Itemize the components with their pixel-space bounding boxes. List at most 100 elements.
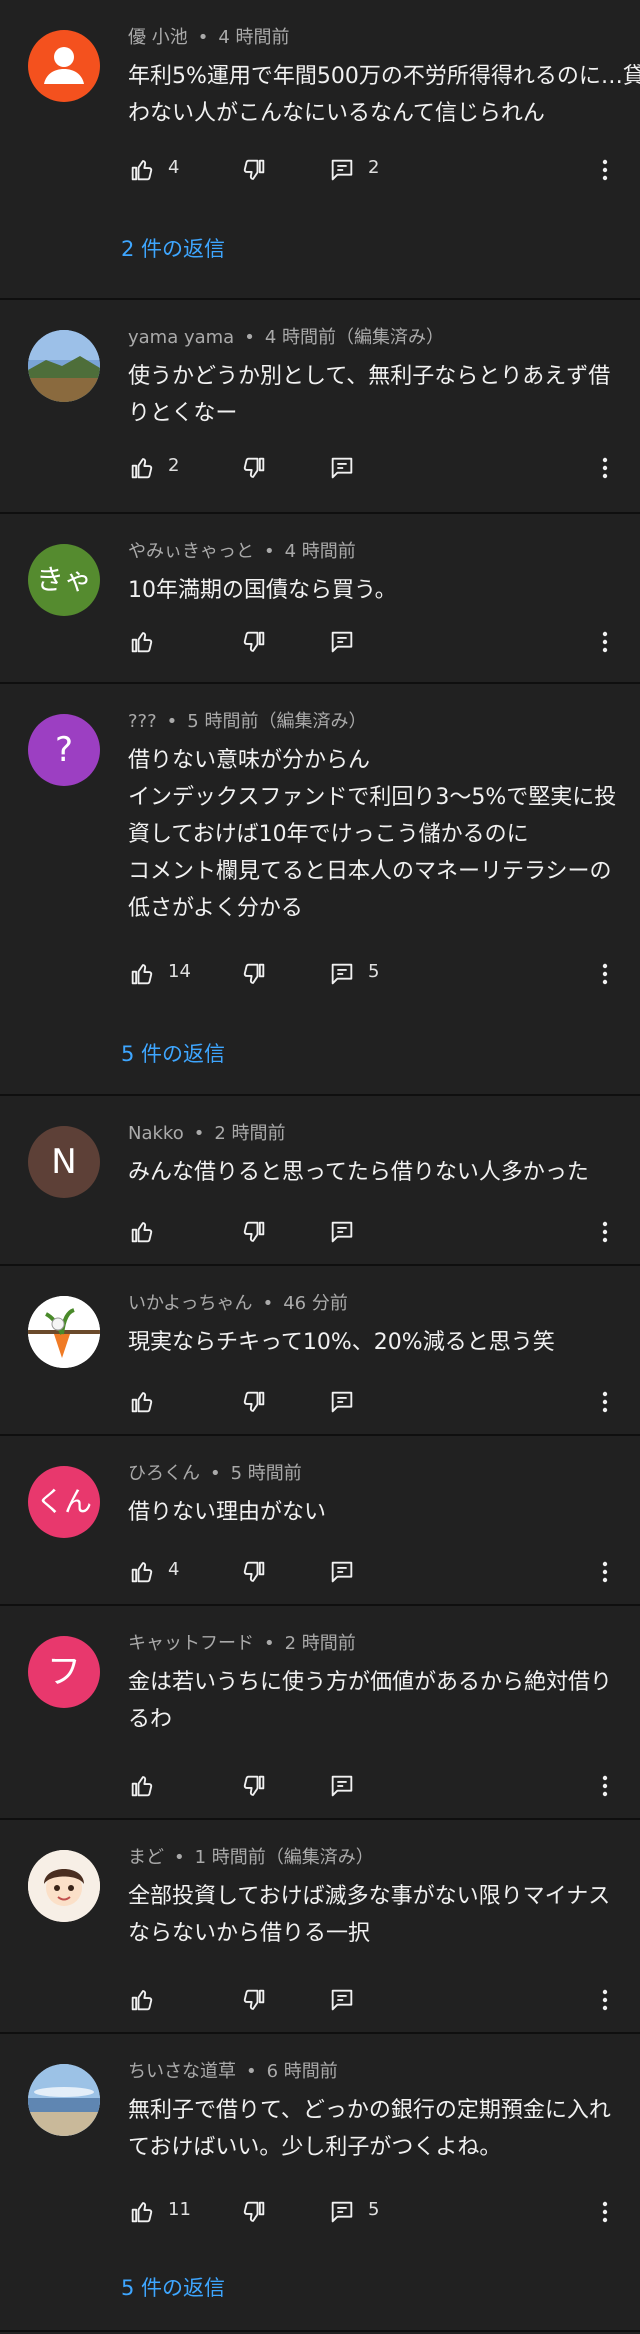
more-vertical-icon [602, 1391, 608, 1413]
comment-reply-icon [331, 1989, 353, 2011]
dislike-button[interactable] [240, 2196, 268, 2228]
more-options-button[interactable] [598, 1386, 612, 1418]
separator-dot: • [244, 327, 255, 348]
dislike-button[interactable] [240, 626, 268, 658]
avatar[interactable] [28, 330, 100, 402]
separator-dot: • [210, 1463, 221, 1484]
reply-button[interactable] [328, 1984, 356, 2016]
reply-button[interactable]: 5 [328, 958, 379, 990]
reply-button[interactable] [328, 1386, 356, 1418]
more-vertical-icon [602, 159, 608, 181]
reply-button[interactable] [328, 626, 356, 658]
avatar[interactable]: フ [28, 1636, 100, 1708]
timestamp: 6 時間前 [266, 2061, 338, 2082]
dislike-button[interactable] [240, 452, 268, 484]
thumbs-down-icon [243, 457, 265, 478]
like-button[interactable]: 4 [128, 1556, 179, 1588]
author-name[interactable]: やみぃきゃっと [128, 541, 254, 562]
comment-actions [128, 1386, 628, 1418]
comment-meta: 優 小池 • 4 時間前 [128, 26, 290, 50]
comment-text: 使うかどうか別として、無利子ならとりあえず借 りとくなー [128, 358, 612, 432]
comment-text: 無利子で借りて、どっかの銀行の定期預金に入れ ておけばいい。少し利子がつくよね。 [128, 2092, 612, 2166]
dislike-button[interactable] [240, 1216, 268, 1248]
more-options-button[interactable] [598, 958, 612, 990]
comment-reply-icon [331, 1561, 353, 1583]
like-button[interactable] [128, 626, 156, 658]
thumbs-up-icon [131, 2202, 153, 2223]
like-count: 11 [168, 2198, 191, 2220]
like-button[interactable] [128, 1216, 156, 1248]
more-options-button[interactable] [598, 452, 612, 484]
reply-button[interactable]: 5 [328, 2196, 379, 2228]
author-name[interactable]: 優 小池 [128, 27, 188, 48]
comment-text: 10年満期の国債なら買う。 [128, 572, 612, 609]
avatar[interactable] [28, 30, 100, 102]
reply-button[interactable]: 2 [328, 154, 379, 186]
reply-button[interactable] [328, 452, 356, 484]
comment-text: 借りない意味が分からん インデックスファンドで利回り3〜5%で堅実に投 資しておけば… [128, 742, 616, 927]
landscape-photo-icon [28, 330, 100, 402]
author-name[interactable]: ちいさな道草 [128, 2061, 236, 2082]
dislike-button[interactable] [240, 154, 268, 186]
like-button[interactable]: 4 [128, 154, 179, 186]
author-name[interactable]: ひろくん [128, 1463, 200, 1484]
view-replies-link[interactable]: 5 件の返信 [121, 1040, 225, 1068]
dislike-button[interactable] [240, 958, 268, 990]
more-options-button[interactable] [598, 626, 612, 658]
timestamp: 46 分前 [283, 1293, 348, 1314]
comment-reply-icon [331, 457, 353, 479]
reply-button[interactable] [328, 1556, 356, 1588]
dislike-button[interactable] [240, 1770, 268, 1802]
like-button[interactable]: 11 [128, 2196, 191, 2228]
avatar[interactable]: N [28, 1126, 100, 1198]
more-options-button[interactable] [598, 1770, 612, 1802]
comment-meta: いかよっちゃん • 46 分前 [128, 1292, 348, 1316]
dislike-button[interactable] [240, 1556, 268, 1588]
more-options-button[interactable] [598, 2196, 612, 2228]
thumbs-up-icon [131, 458, 153, 479]
separator-dot: • [174, 1847, 185, 1868]
avatar[interactable] [28, 2064, 100, 2136]
author-name[interactable]: まど [128, 1847, 164, 1868]
like-button[interactable]: 14 [128, 958, 191, 990]
reply-button[interactable] [328, 1770, 356, 1802]
view-replies-link[interactable]: 2 件の返信 [121, 235, 225, 263]
comment-item: いかよっちゃん • 46 分前 現実ならチキって10%、20%減ると思う笑 [0, 1266, 640, 1436]
like-count: 4 [168, 1558, 180, 1580]
like-button[interactable] [128, 1984, 156, 2016]
comment-actions [128, 626, 628, 658]
author-name[interactable]: ??? [128, 711, 157, 732]
author-name[interactable]: キャットフード [128, 1633, 254, 1654]
like-button[interactable] [128, 1770, 156, 1802]
avatar[interactable]: くん [28, 1466, 100, 1538]
avatar[interactable] [28, 1850, 100, 1922]
more-vertical-icon [602, 1775, 608, 1797]
like-button[interactable] [128, 1386, 156, 1418]
thumbs-down-icon [243, 2201, 265, 2222]
comment-text-line: るわ [128, 1707, 173, 1732]
thumbs-up-icon [131, 1562, 153, 1583]
thumbs-down-icon [243, 1391, 265, 1412]
more-options-button[interactable] [598, 1984, 612, 2016]
dislike-button[interactable] [240, 1984, 268, 2016]
view-replies-link[interactable]: 5 件の返信 [121, 2274, 225, 2302]
thumbs-down-icon [243, 631, 265, 652]
more-options-button[interactable] [598, 1556, 612, 1588]
more-options-button[interactable] [598, 1216, 612, 1248]
reply-button[interactable] [328, 1216, 356, 1248]
avatar[interactable] [28, 1296, 100, 1368]
avatar[interactable]: ? [28, 714, 100, 786]
more-options-button[interactable] [598, 154, 612, 186]
avatar[interactable]: きゃ [28, 544, 100, 616]
author-name[interactable]: Nakko [128, 1123, 184, 1144]
comment-actions [128, 1984, 628, 2016]
more-vertical-icon [602, 963, 608, 985]
comment-item: フ キャットフード • 2 時間前 金は若いうちに使う方が価値があるから絶対借り るわ [0, 1606, 640, 1820]
dislike-button[interactable] [240, 1386, 268, 1418]
like-button[interactable]: 2 [128, 452, 179, 484]
author-name[interactable]: yama yama [128, 327, 234, 348]
author-name[interactable]: いかよっちゃん [128, 1293, 253, 1314]
comment-meta: ??? • 5 時間前（編集済み） [128, 710, 366, 734]
comment-meta: ちいさな道草 • 6 時間前 [128, 2060, 338, 2084]
thumbs-up-icon [131, 1990, 153, 2011]
